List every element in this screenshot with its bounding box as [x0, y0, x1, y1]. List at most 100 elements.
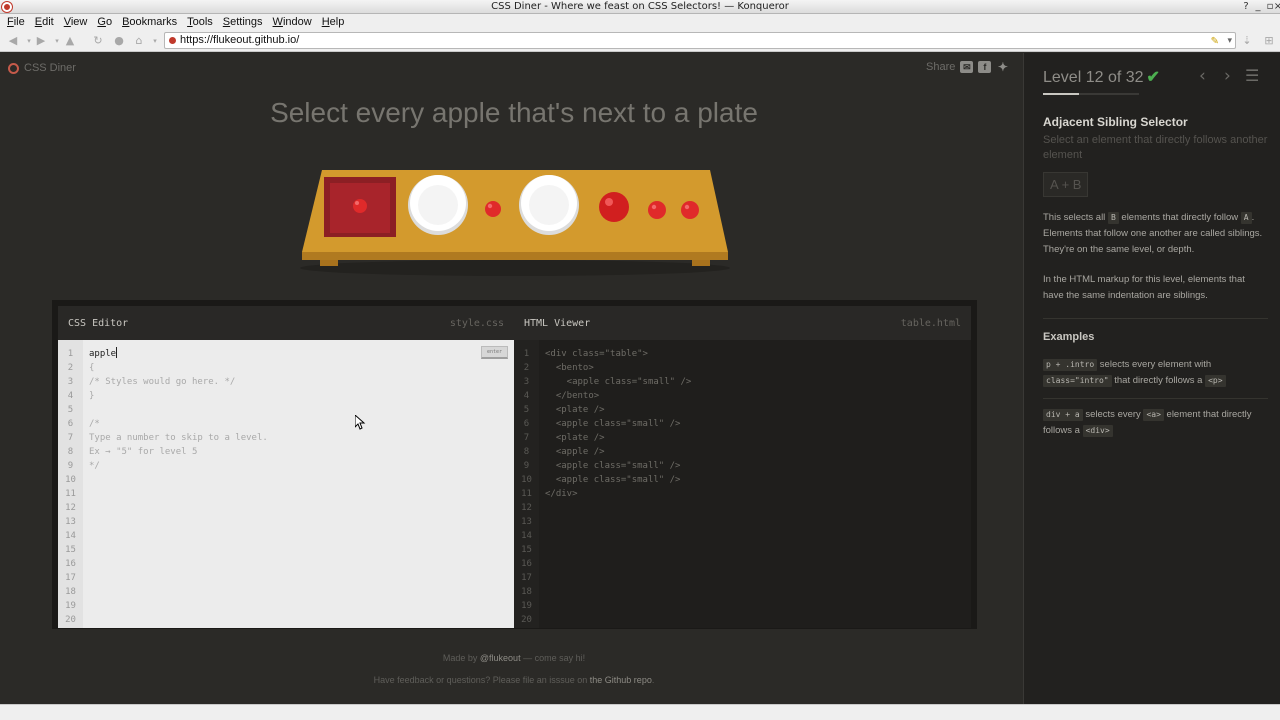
help-icon[interactable]: ? [1240, 0, 1252, 14]
facebook-icon[interactable]: f [978, 61, 992, 73]
line-number: 9 [523, 461, 530, 471]
apple-small-next-to-plate [485, 201, 501, 217]
url-field[interactable]: https://flukeout.github.io/ ✎ ▾ [164, 32, 1236, 49]
text-caret [116, 347, 118, 358]
css-line: } [89, 391, 95, 401]
line-number: 7 [67, 433, 74, 443]
menu-view[interactable]: View [64, 16, 88, 28]
code-tag: p + .intro [1043, 359, 1098, 371]
menu-go[interactable]: Go [97, 16, 112, 28]
css-code[interactable]: apple { /* Styles would go here. */ } /*… [89, 347, 268, 473]
back-icon[interactable]: ◀ [6, 34, 20, 48]
search-icon[interactable]: ⊞ [1262, 34, 1276, 48]
dining-table [300, 168, 730, 278]
line-number: 17 [521, 573, 532, 583]
browser-toolbar: ◀ ▾ ▶ ▾ ▲ ↻ ● ⌂ ▾ https://flukeout.githu… [0, 30, 1280, 52]
url-history-icon[interactable]: ▾ [1227, 33, 1232, 48]
css-line-numbers: 1 2 3 4 5 6 7 8 9 10 11 12 13 14 15 16 17 18 19 20 [58, 340, 83, 628]
code-tag: <a> [1143, 409, 1164, 421]
line-number: 18 [65, 587, 76, 597]
home-menu-icon[interactable]: ▾ [148, 34, 162, 48]
css-editor-panel: CSS Editor style.css 1 2 3 4 5 6 7 8 9 10 11 12 13 14… [58, 306, 514, 628]
css-editor-body[interactable]: 1 2 3 4 5 6 7 8 9 10 11 12 13 14 15 16 17 18 19 20 apple { … [58, 340, 514, 628]
example-1: p + .intro selects every element with cl… [1043, 357, 1268, 389]
apple-small [681, 201, 699, 219]
line-number: 18 [521, 587, 532, 597]
css-line: Ex → "5" for level 5 [89, 447, 198, 457]
konqueror-icon [2, 2, 12, 12]
html-line[interactable]: <plate /> [545, 405, 605, 415]
html-line[interactable]: </div> [545, 489, 578, 499]
menu-bar: File Edit View Go Bookmarks Tools Settin… [0, 14, 1280, 30]
html-line[interactable]: <apple class="small" /> [545, 461, 681, 471]
next-level-icon[interactable]: › [1224, 66, 1231, 86]
level-menu-icon[interactable]: ☰ [1245, 66, 1259, 85]
enter-button[interactable]: enter [481, 346, 508, 359]
menu-bookmarks[interactable]: Bookmarks [122, 16, 177, 28]
html-line[interactable]: <apple class="small" /> [545, 419, 681, 429]
line-number: 4 [67, 391, 74, 401]
css-editor-filename: style.css [449, 317, 504, 329]
clear-url-icon[interactable]: ✎ [1211, 34, 1219, 49]
html-line[interactable]: <apple /> [545, 447, 605, 457]
css-line: Type a number to skip to a level. [89, 433, 268, 443]
line-number: 13 [521, 517, 532, 527]
css-input[interactable]: apple [89, 349, 116, 359]
level-title: Level 12 of 32 [1043, 69, 1144, 86]
html-line[interactable]: <apple class="small" /> [545, 475, 681, 485]
github-repo-link[interactable]: the Github repo [590, 675, 652, 685]
flukeout-link[interactable]: @flukeout [480, 653, 521, 663]
selector-description: Select an element that directly follows … [1043, 134, 1268, 161]
html-line[interactable]: <apple class="small" /> [545, 377, 692, 387]
previous-level-icon[interactable]: ‹ [1199, 66, 1206, 86]
line-number: 10 [65, 475, 76, 485]
minimize-icon[interactable]: _ [1252, 0, 1264, 14]
line-number: 13 [65, 517, 76, 527]
level-progress [1043, 93, 1139, 95]
menu-edit[interactable]: Edit [35, 16, 54, 28]
menu-settings[interactable]: Settings [223, 16, 263, 28]
logo-text: CSS Diner [24, 62, 76, 74]
stop-icon[interactable]: ● [112, 34, 126, 48]
line-number: 12 [65, 503, 76, 513]
line-number: 16 [521, 559, 532, 569]
close-icon[interactable]: × [1272, 0, 1280, 14]
menu-tools[interactable]: Tools [187, 16, 213, 28]
editor-container: CSS Editor style.css 1 2 3 4 5 6 7 8 9 10 11 12 13 14… [52, 300, 977, 629]
line-number: 16 [65, 559, 76, 569]
line-number: 11 [521, 489, 532, 499]
up-icon[interactable]: ▲ [63, 34, 77, 48]
logo[interactable]: CSS Diner [8, 62, 76, 74]
line-number: 11 [65, 489, 76, 499]
menu-file[interactable]: File [7, 16, 25, 28]
html-line[interactable]: <plate /> [545, 433, 605, 443]
html-line[interactable]: </bento> [545, 391, 599, 401]
html-line[interactable]: <div class="table"> [545, 349, 648, 359]
window-title: CSS Diner - Where we feast on CSS Select… [491, 1, 789, 12]
examples-title: Examples [1043, 331, 1095, 343]
line-number: 1 [67, 349, 74, 359]
line-number: 19 [521, 601, 532, 611]
home-icon[interactable]: ⌂ [132, 34, 146, 48]
checkmark-icon: ✔ [1146, 69, 1160, 86]
go-icon[interactable]: ⇣ [1240, 34, 1254, 48]
twitter-icon[interactable]: ✦ [996, 61, 1009, 73]
code-tag: class="intro" [1043, 375, 1112, 387]
line-number: 15 [521, 545, 532, 555]
css-line: /* [89, 419, 100, 429]
css-editor-header: CSS Editor style.css [58, 306, 514, 340]
html-line[interactable]: <bento> [545, 363, 594, 373]
level-indicator: Level 12 of 32 ✔ [1043, 67, 1160, 87]
table-scene [300, 170, 730, 276]
html-viewer-header: HTML Viewer table.html [514, 306, 971, 340]
reload-icon[interactable]: ↻ [91, 34, 105, 48]
line-number: 5 [523, 405, 530, 415]
menu-window[interactable]: Window [273, 16, 312, 28]
email-icon[interactable]: ✉ [960, 61, 974, 73]
forward-icon[interactable]: ▶ [34, 34, 48, 48]
line-number: 14 [65, 531, 76, 541]
forward-menu-icon[interactable]: ▾ [50, 34, 64, 48]
line-number: 7 [523, 433, 530, 443]
menu-help[interactable]: Help [322, 16, 345, 28]
code-tag: <p> [1205, 375, 1226, 387]
